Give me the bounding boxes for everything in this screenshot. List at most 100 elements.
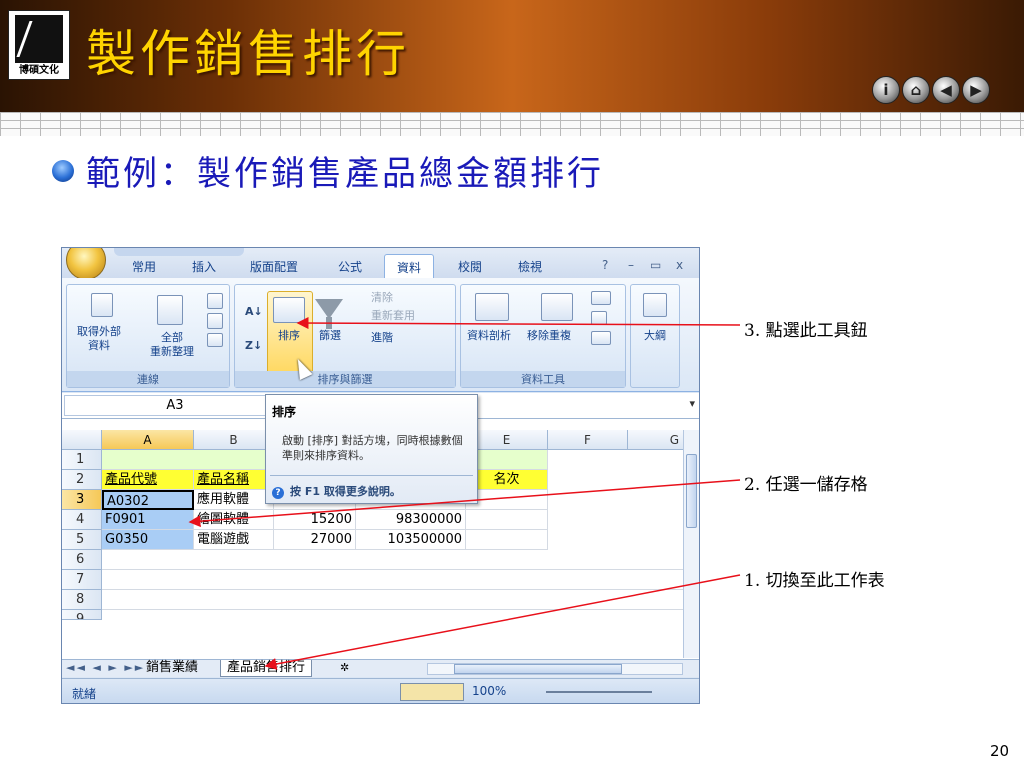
cell-a3-active[interactable]: A0302 [102,490,194,510]
minimize-icon[interactable]: – [628,258,634,272]
what-if-icon[interactable] [591,331,611,345]
info-button[interactable]: i [872,76,900,104]
group-sort-filter-label: 排序與篩選 [235,371,455,387]
group-connections: 取得外部 資料 全部 重新整理 連線 [66,284,230,388]
sort-button[interactable]: 排序 [273,329,305,343]
text-to-columns-button[interactable]: 資料剖析 [467,329,511,343]
data-validation-icon[interactable] [591,291,611,305]
cell-a4[interactable]: F0901 [102,510,194,530]
help-icon[interactable]: ? [602,258,608,272]
row-header-2[interactable]: 2 [62,470,102,490]
ribbon: 取得外部 資料 全部 重新整理 連線 A↓ Z↓ 排序 篩選 清除 重新套用 進… [62,278,699,392]
ribbon-tab-bar: 常用 插入 版面配置 公式 資料 校閱 檢視 ? – ▭ x [62,248,699,280]
name-box[interactable]: A3 [64,395,286,416]
status-bar: 就緒 100% [62,678,699,703]
cell-c5[interactable]: 27000 [274,530,356,550]
view-buttons[interactable] [400,683,464,701]
advanced-button[interactable]: 進階 [371,331,393,345]
home-button[interactable]: ⌂ [902,76,930,104]
publisher-logo: 博碩文化 [8,10,70,80]
row-header-6[interactable]: 6 [62,550,102,570]
tab-review[interactable]: 校閱 [458,258,482,275]
cell-e2[interactable]: 名次 [466,470,548,490]
vertical-scroll-thumb[interactable] [686,454,697,528]
zoom-level[interactable]: 100% [472,684,506,698]
tab-data[interactable]: 資料 [384,254,435,280]
tab-formulas[interactable]: 公式 [338,258,362,275]
group-sort-filter: A↓ Z↓ 排序 篩選 清除 重新套用 進階 排序與篩選 [234,284,456,388]
next-button[interactable]: ▶ [962,76,990,104]
quick-access-toolbar[interactable] [114,248,244,256]
cell-e5[interactable] [466,530,548,550]
cell-a2[interactable]: 產品代號 [102,470,194,490]
row-header-3[interactable]: 3 [62,490,102,510]
row-header-4[interactable]: 4 [62,510,102,530]
row-header-7[interactable]: 7 [62,570,102,590]
office-button[interactable] [66,248,106,280]
annotation-step-1: 1. 切換至此工作表 [744,571,885,591]
outline-button[interactable]: 大綱 [637,329,673,343]
cell-b3[interactable]: 應用軟體 [194,490,274,510]
tooltip-body: 啟動 [排序] 對話方塊，同時根據數個準則來排序資料。 [282,434,463,462]
sort-descending-icon[interactable]: Z↓ [245,339,262,353]
tab-home[interactable]: 常用 [132,258,156,275]
horizontal-scroll-thumb[interactable] [454,664,622,674]
column-header-e[interactable]: E [466,430,548,450]
sheet-nav-arrows-icon[interactable]: ◄◄ ◄ ► ►► [66,661,145,674]
edit-links-icon[interactable] [207,333,223,347]
cell-c4[interactable]: 15200 [274,510,356,530]
cell-d4[interactable]: 98300000 [356,510,466,530]
cell-b4[interactable]: 繪圖軟體 [194,510,274,530]
clear-button[interactable]: 清除 [371,291,393,305]
outline-icon [643,293,667,317]
zoom-slider[interactable] [546,691,652,693]
restore-icon[interactable]: ▭ [650,258,661,272]
bullet-icon [52,159,74,182]
connections-icon[interactable] [207,293,223,309]
help-icon: ? [272,487,284,499]
vertical-scrollbar[interactable] [683,430,699,658]
row-7-cells[interactable] [102,570,684,590]
remove-duplicates-button[interactable]: 移除重複 [527,329,571,343]
cell-b2[interactable]: 產品名稱 [194,470,274,490]
row-6-cells[interactable] [102,550,684,570]
reapply-button[interactable]: 重新套用 [371,309,415,323]
group-data-tools: 資料剖析 移除重複 資料工具 [460,284,626,388]
horizontal-scrollbar[interactable] [427,663,683,675]
column-header-f[interactable]: F [548,430,628,450]
properties-icon[interactable] [207,313,223,329]
sort-ascending-icon[interactable]: A↓ [245,305,263,319]
get-external-data-button[interactable]: 取得外部 資料 [67,325,131,353]
subtitle-row: 範例：製作銷售產品總金額排行 [52,146,604,195]
sort-tooltip: 排序 啟動 [排序] 對話方塊，同時根據數個準則來排序資料。 ? 按 F1 取得更… [265,394,478,504]
cell-d5[interactable]: 103500000 [356,530,466,550]
refresh-all-button[interactable]: 全部 重新整理 [137,331,207,359]
consolidate-icon[interactable] [591,311,607,325]
sheet-tab-ranking[interactable]: 產品銷售排行 [220,660,313,677]
expand-formula-icon[interactable]: ▾ [689,397,695,410]
tab-page-layout[interactable]: 版面配置 [250,258,298,275]
tooltip-divider [270,475,473,476]
select-all-corner[interactable] [62,430,102,450]
sheet-tab-sales[interactable]: 銷售業績 [140,660,204,677]
cell-e4[interactable] [466,510,548,530]
title-banner: 博碩文化 製作銷售排行 i ⌂ ◀ ▶ [0,0,1024,112]
row-8-cells[interactable] [102,590,684,610]
cell-a5[interactable]: G0350 [102,530,194,550]
close-icon[interactable]: x [676,258,683,272]
insert-sheet-icon[interactable]: ✲ [334,660,355,677]
filter-button[interactable]: 篩選 [315,329,345,343]
column-header-a[interactable]: A [102,430,194,450]
row-header-5[interactable]: 5 [62,530,102,550]
column-header-g[interactable]: G [628,430,684,450]
cell-e3[interactable] [466,490,548,510]
tab-view[interactable]: 檢視 [518,258,542,275]
row-header-1[interactable]: 1 [62,450,102,470]
excel-window: 常用 插入 版面配置 公式 資料 校閱 檢視 ? – ▭ x 取得外部 資料 全… [61,247,700,704]
tab-insert[interactable]: 插入 [192,258,216,275]
previous-button[interactable]: ◀ [932,76,960,104]
row-header-9[interactable]: 9 [62,610,102,620]
column-header-b[interactable]: B [194,430,274,450]
cell-b5[interactable]: 電腦遊戲 [194,530,274,550]
row-header-8[interactable]: 8 [62,590,102,610]
